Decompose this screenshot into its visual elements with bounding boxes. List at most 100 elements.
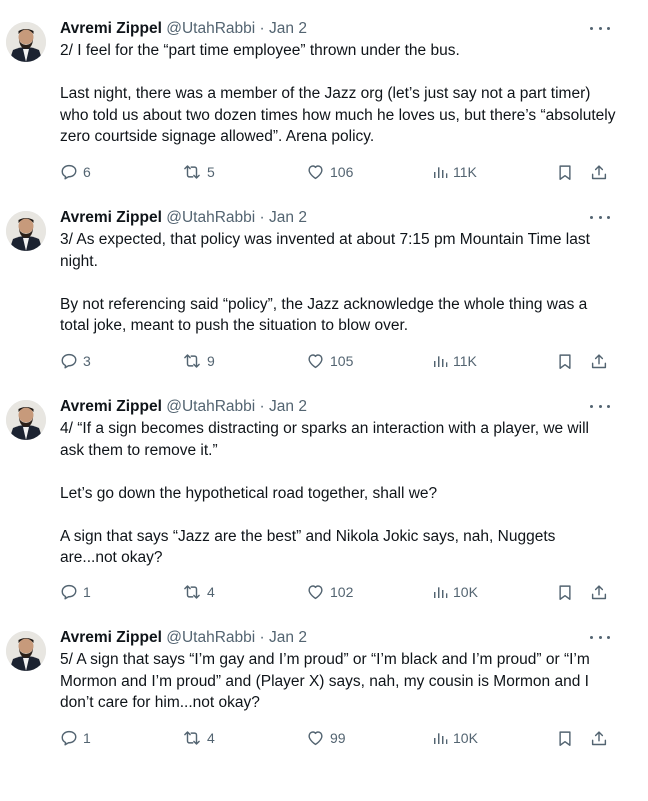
tweet[interactable]: Avremi Zippel @UtahRabbi · Jan 2 3/ As e… [0,207,624,377]
tweet-date[interactable]: Jan 2 [269,629,307,646]
like-count: 102 [330,584,354,600]
repost-icon [184,585,200,599]
tweet-paragraph: 3/ As expected, that policy was invented… [60,231,590,270]
tweet[interactable]: Avremi Zippel @UtahRabbi · Jan 2 2/ I fe… [0,18,624,188]
action-bar: 1 4 99 10K [60,727,624,749]
heart-icon [308,731,323,746]
share-button[interactable] [590,161,608,183]
views-icon [434,356,448,367]
view-count: 11K [453,353,477,369]
tweet[interactable]: Avremi Zippel @UtahRabbi · Jan 2 4/ “If … [0,396,624,608]
tweet-paragraph: 4/ “If a sign becomes distracting or spa… [60,420,589,459]
tweet-paragraph: A sign that says “Jazz are the best” and… [60,527,556,567]
reply-count: 1 [83,584,91,600]
bookmark-button[interactable] [556,350,574,372]
reply-button[interactable]: 6 [60,161,91,183]
more-icon[interactable] [590,207,610,227]
reply-button[interactable]: 1 [60,581,91,603]
tweet-paragraph: Let’s go down the hypothetical road toge… [60,484,438,502]
author-name[interactable]: Avremi Zippel [60,20,162,37]
reply-count: 1 [83,730,91,746]
bookmark-button[interactable] [556,581,574,603]
reply-icon [61,584,77,600]
reply-count: 3 [83,353,91,369]
repost-count: 4 [207,584,215,600]
tweet-paragraph: By not referencing said “policy”, the Ja… [60,295,588,335]
bookmark-icon [559,730,571,746]
share-button[interactable] [590,581,608,603]
author-handle[interactable]: @UtahRabbi [166,209,255,226]
separator-dot: · [259,398,265,415]
author-name[interactable]: Avremi Zippel [60,209,162,226]
share-icon [591,584,607,599]
reply-icon [61,353,77,369]
heart-icon [308,354,323,369]
views-icon [434,733,448,744]
tweet-date[interactable]: Jan 2 [269,398,307,415]
views-button[interactable]: 10K [432,727,478,749]
separator-dot: · [259,209,265,226]
like-count: 106 [330,164,354,180]
repost-button[interactable]: 4 [182,581,215,603]
author-handle[interactable]: @UtahRabbi [166,629,255,646]
like-button[interactable]: 102 [306,581,353,603]
tweet-text: 4/ “If a sign becomes distracting or spa… [60,418,616,569]
views-button[interactable]: 11K [432,161,477,183]
action-bar: 1 4 102 10K [60,581,624,603]
avatar[interactable] [6,631,46,671]
tweet-text: 2/ I feel for the “part time employee” t… [60,40,616,148]
reply-button[interactable]: 1 [60,727,91,749]
reply-count: 6 [83,164,91,180]
view-count: 10K [453,584,478,600]
more-icon[interactable] [590,627,610,647]
avatar[interactable] [6,211,46,251]
views-button[interactable]: 11K [432,350,477,372]
views-icon [434,587,448,598]
bookmark-icon [559,584,571,600]
repost-button[interactable]: 9 [182,350,215,372]
share-button[interactable] [590,727,608,749]
views-button[interactable]: 10K [432,581,478,603]
repost-button[interactable]: 4 [182,727,215,749]
view-count: 10K [453,730,478,746]
bookmark-icon [559,164,571,180]
tweet-date[interactable]: Jan 2 [269,20,307,37]
repost-button[interactable]: 5 [182,161,215,183]
tweet-text: 5/ A sign that says “I’m gay and I’m pro… [60,649,616,714]
repost-icon [184,731,200,745]
tweet-paragraph: 5/ A sign that says “I’m gay and I’m pro… [60,651,590,711]
tweet[interactable]: Avremi Zippel @UtahRabbi · Jan 2 5/ A si… [0,627,624,757]
bookmark-button[interactable] [556,161,574,183]
more-icon[interactable] [590,18,610,38]
avatar[interactable] [6,22,46,62]
tweet-date[interactable]: Jan 2 [269,209,307,226]
repost-icon [184,165,200,179]
like-button[interactable]: 99 [306,727,346,749]
repost-count: 9 [207,353,215,369]
author-handle[interactable]: @UtahRabbi [166,20,255,37]
author-name[interactable]: Avremi Zippel [60,398,162,415]
author-name[interactable]: Avremi Zippel [60,629,162,646]
share-icon [591,164,607,179]
separator-dot: · [259,20,265,37]
more-icon[interactable] [590,396,610,416]
reply-button[interactable]: 3 [60,350,91,372]
avatar[interactable] [6,400,46,440]
view-count: 11K [453,164,477,180]
tweet-paragraph: Last night, there was a member of the Ja… [60,85,616,145]
heart-icon [308,165,323,180]
separator-dot: · [259,629,265,646]
share-button[interactable] [590,350,608,372]
like-count: 105 [330,353,354,369]
tweet-text: 3/ As expected, that policy was invented… [60,229,616,337]
like-button[interactable]: 105 [306,350,353,372]
like-count: 99 [330,730,346,746]
author-handle[interactable]: @UtahRabbi [166,398,255,415]
share-icon [591,353,607,368]
like-button[interactable]: 106 [306,161,353,183]
bookmark-icon [559,353,571,369]
views-icon [434,167,448,178]
bookmark-button[interactable] [556,727,574,749]
reply-icon [61,164,77,180]
tweet-paragraph: 2/ I feel for the “part time employee” t… [60,42,460,59]
